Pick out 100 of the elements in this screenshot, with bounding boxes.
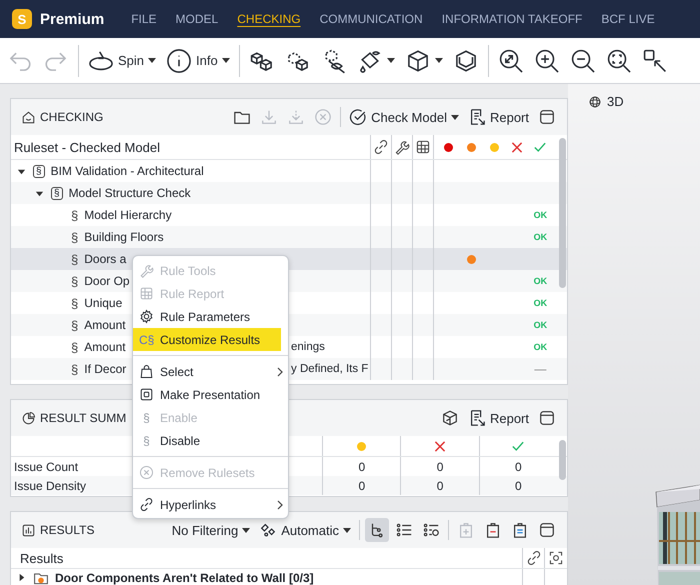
panel-title: RESULT SUMM (40, 411, 126, 425)
info-icon (166, 48, 192, 74)
menu-tab[interactable]: COMMUNICATION (320, 12, 423, 26)
result-status: OK (534, 210, 548, 220)
expand-toggle[interactable] (35, 188, 44, 198)
window-icon (538, 108, 556, 126)
section-icon: § (71, 340, 78, 354)
column-header: Results (20, 550, 64, 566)
menu-tab[interactable]: CHECKING (237, 12, 301, 26)
section-icon: § (71, 208, 78, 222)
section-icon: § (139, 434, 154, 448)
section-icon: § (71, 362, 78, 376)
rule-name: Amount (84, 318, 126, 332)
app-logo: S (12, 9, 32, 29)
report-button[interactable]: Report (464, 106, 532, 128)
zoom-in-icon (534, 48, 560, 74)
section-icon: § (71, 274, 78, 288)
mode-dropdown[interactable]: Automatic (256, 519, 354, 541)
cancel-icon (314, 108, 332, 126)
menu-item[interactable]: Hyperlinks (133, 493, 281, 516)
rule-name: BIM Validation - Architectural (50, 164, 204, 178)
zoom-extent-icon (498, 48, 524, 74)
clipboard-minus-icon (484, 521, 502, 539)
automatic-icon (259, 521, 278, 539)
tree-row[interactable]: § Building Floors OK (11, 226, 567, 248)
menu-tab[interactable]: FILE (131, 12, 157, 26)
table-cell: 0 (515, 460, 522, 474)
section-icon: § (71, 252, 78, 266)
link-icon (373, 139, 390, 155)
pie-chart-icon (21, 410, 36, 426)
rule-name: Building Floors (84, 230, 164, 244)
tree-row[interactable]: § Model Structure Check (11, 182, 567, 204)
chart-icon (21, 522, 36, 538)
caret-icon (343, 528, 351, 532)
zoom-out-icon (570, 48, 596, 74)
menu-item[interactable]: § Disable (133, 429, 281, 452)
section-icon: § (71, 296, 78, 310)
check-circle-icon (349, 108, 368, 126)
result-status: OK (534, 320, 548, 330)
focus-icon (548, 550, 564, 566)
check-model-button[interactable]: Check Model (346, 106, 462, 128)
cancel-icon (139, 465, 154, 480)
expand-toggle[interactable] (17, 573, 26, 582)
home-icon (21, 110, 36, 124)
rule-name: enings (291, 341, 325, 353)
check-icon (534, 142, 546, 152)
list-settings-icon (422, 521, 440, 539)
download-icon (260, 108, 278, 126)
table-cell: 0 (436, 478, 444, 492)
section-icon: § (71, 230, 78, 244)
rule-name: If Decor (84, 362, 126, 376)
link-icon (526, 550, 542, 566)
panel-title: CHECKING (40, 110, 104, 124)
clipboard-lines-icon (511, 521, 529, 539)
caret-icon (450, 114, 459, 120)
view-label[interactable]: 3D (607, 94, 624, 109)
result-status: OK (534, 342, 548, 352)
column-header: Ruleset - Checked Model (14, 140, 160, 154)
list-icon (395, 521, 413, 539)
app-name: Premium (40, 10, 104, 28)
scrollbar[interactable] (559, 440, 566, 480)
menu-tab[interactable]: BCF LIVE (601, 12, 655, 26)
panel-title: RESULTS (40, 523, 94, 537)
result-status: OK (534, 232, 548, 242)
section-icon: § (33, 164, 45, 178)
link-icon (139, 497, 154, 512)
menu-item[interactable]: Make Presentation (133, 383, 281, 406)
select-arrow-icon (642, 48, 668, 74)
tree-view-button[interactable] (365, 518, 389, 542)
row-label: Issue Count (14, 460, 78, 474)
report-button[interactable]: Report (464, 407, 532, 429)
wrench-icon (139, 263, 154, 278)
menu-item[interactable]: Select (133, 360, 281, 383)
table-cell: 0 (436, 460, 444, 474)
rule-name: Model Structure Check (68, 186, 191, 200)
info-button[interactable]: Info (161, 42, 235, 78)
rule-name: Unique (84, 296, 122, 310)
expand-toggle[interactable] (17, 166, 26, 176)
menu-item[interactable]: C§ Customize Results (133, 328, 281, 351)
filter-dropdown[interactable]: No Filtering (168, 520, 254, 540)
menu-tab[interactable]: MODEL (176, 12, 218, 26)
menu-tab[interactable]: INFORMATION TAKEOFF (442, 12, 582, 26)
cube-icon (440, 409, 459, 427)
zoom-fit-icon (606, 48, 632, 74)
row-label: Issue Density (14, 478, 86, 492)
cross-icon (434, 440, 446, 452)
rule-name: Doors a (84, 252, 126, 266)
settings-icon (139, 309, 154, 324)
cross-icon (511, 142, 524, 152)
section-icon: § (51, 186, 63, 200)
result-status: — (534, 362, 546, 376)
globe-icon (588, 94, 602, 108)
wrench-icon (394, 139, 410, 155)
rule-name: Amount (84, 340, 126, 354)
orbit-button[interactable]: Spin (83, 42, 162, 78)
table-cell: 0 (358, 478, 366, 492)
section-icon: § (139, 410, 154, 424)
clipboard-plus-icon (457, 521, 475, 539)
scrollbar[interactable] (559, 138, 566, 288)
result-status: OK (534, 298, 548, 308)
